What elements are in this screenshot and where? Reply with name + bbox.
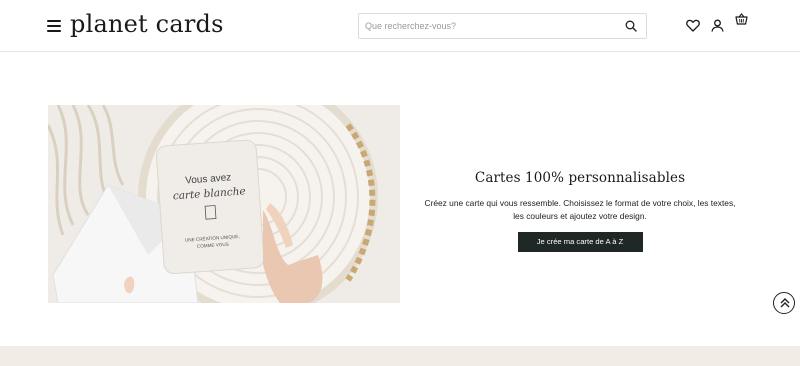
scroll-to-top-button[interactable] bbox=[773, 292, 795, 314]
search-bar bbox=[358, 13, 647, 39]
hamburger-menu-icon[interactable] bbox=[47, 20, 61, 32]
promo-title: Cartes 100% personnalisables bbox=[474, 170, 686, 186]
double-chevron-up-icon bbox=[780, 298, 790, 308]
heart-icon[interactable] bbox=[686, 19, 700, 32]
site-header: planet cards bbox=[0, 0, 800, 52]
create-card-button[interactable]: Je crée ma carte de A à Z bbox=[517, 232, 643, 252]
promo-section: Cartes 100% personnalisables Créez une c… bbox=[420, 170, 740, 252]
basket-icon[interactable] bbox=[735, 13, 748, 25]
site-logo[interactable]: planet cards bbox=[70, 10, 224, 38]
search-icon[interactable] bbox=[625, 20, 637, 32]
search-input[interactable] bbox=[365, 17, 615, 35]
footer-band bbox=[0, 346, 800, 366]
hero-photo-illustration: Vous avez carte blanche UNE CRÉATION UNI… bbox=[48, 105, 400, 303]
hero-image: Vous avez carte blanche UNE CRÉATION UNI… bbox=[48, 105, 400, 303]
promo-text: Créez une carte qui vous ressemble. Choi… bbox=[424, 198, 736, 221]
user-icon[interactable] bbox=[711, 19, 724, 32]
